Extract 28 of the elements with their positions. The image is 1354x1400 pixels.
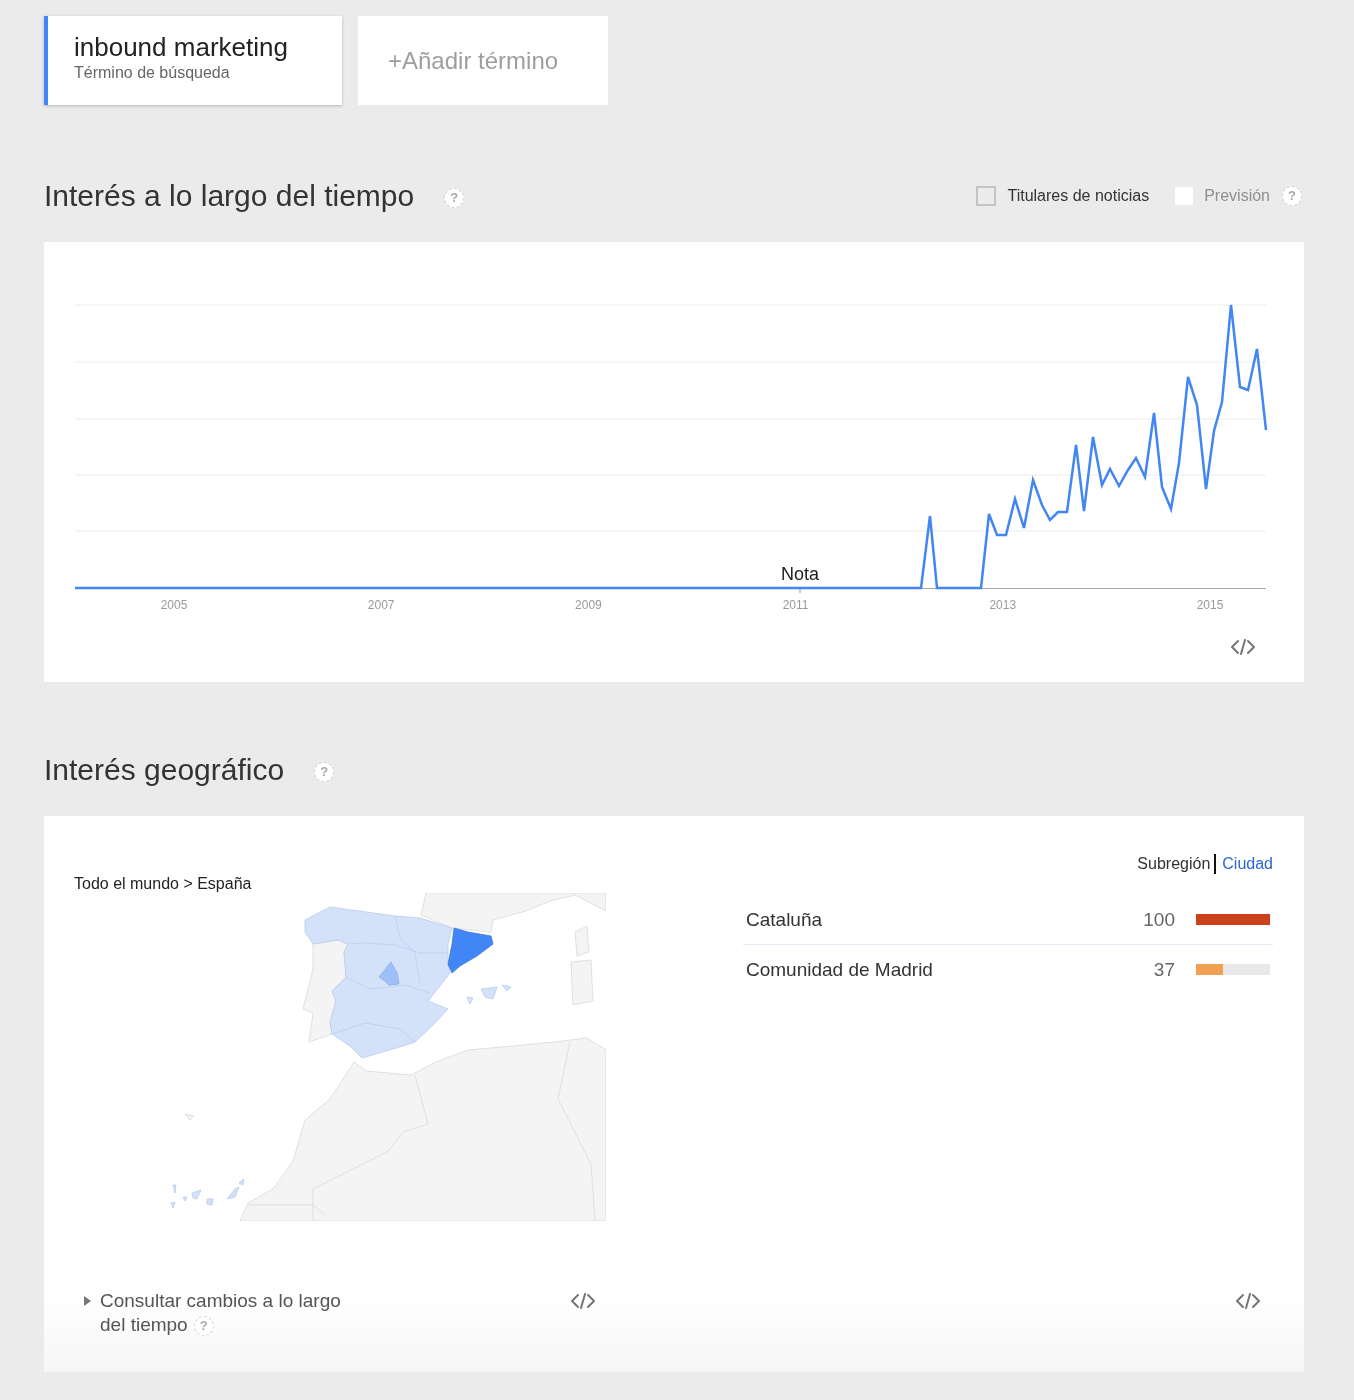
checkbox[interactable] <box>976 186 997 206</box>
axis-label: 2013 <box>989 598 1017 612</box>
changes-toggle[interactable]: Consultar cambios a lo largo del tiempo ? <box>84 1289 354 1337</box>
breadcrumb[interactable]: Todo el mundo > España <box>74 875 252 893</box>
region-shape[interactable] <box>447 927 494 974</box>
search-term-label: inbound marketing <box>74 32 288 63</box>
term-type-label: Término de búsqueda <box>74 63 231 82</box>
embed-code-icon[interactable] <box>570 1293 596 1309</box>
caret-icon[interactable] <box>84 1296 91 1306</box>
search-term-card[interactable]: inbound marketing Término de búsqueda <box>44 16 342 105</box>
axis-label: 2009 <box>575 598 602 612</box>
checkbox-label[interactable]: Titulares de noticias <box>1007 187 1150 205</box>
axis-label: 2011 <box>782 598 809 612</box>
region-score: 37 <box>1153 958 1175 981</box>
region-name[interactable]: Cataluña <box>746 908 1144 931</box>
note-label[interactable]: Nota <box>781 564 819 584</box>
axis-label: 2005 <box>160 598 188 612</box>
note-tick <box>799 588 801 594</box>
section-title: Interés geográfico <box>44 752 285 788</box>
region-name[interactable]: Comunidad de Madrid <box>746 958 1154 981</box>
view-tab[interactable]: Subregión <box>1137 854 1211 874</box>
region-score: 100 <box>1143 908 1175 931</box>
embed-code-icon[interactable] <box>1235 1293 1261 1309</box>
section-title: Interés a lo largo del tiempo <box>44 178 415 214</box>
axis-label: 2015 <box>1196 598 1224 612</box>
axis-label: 2007 <box>367 598 395 612</box>
embed-code-icon[interactable] <box>1230 639 1256 655</box>
view-tab[interactable]: Ciudad <box>1222 854 1273 874</box>
